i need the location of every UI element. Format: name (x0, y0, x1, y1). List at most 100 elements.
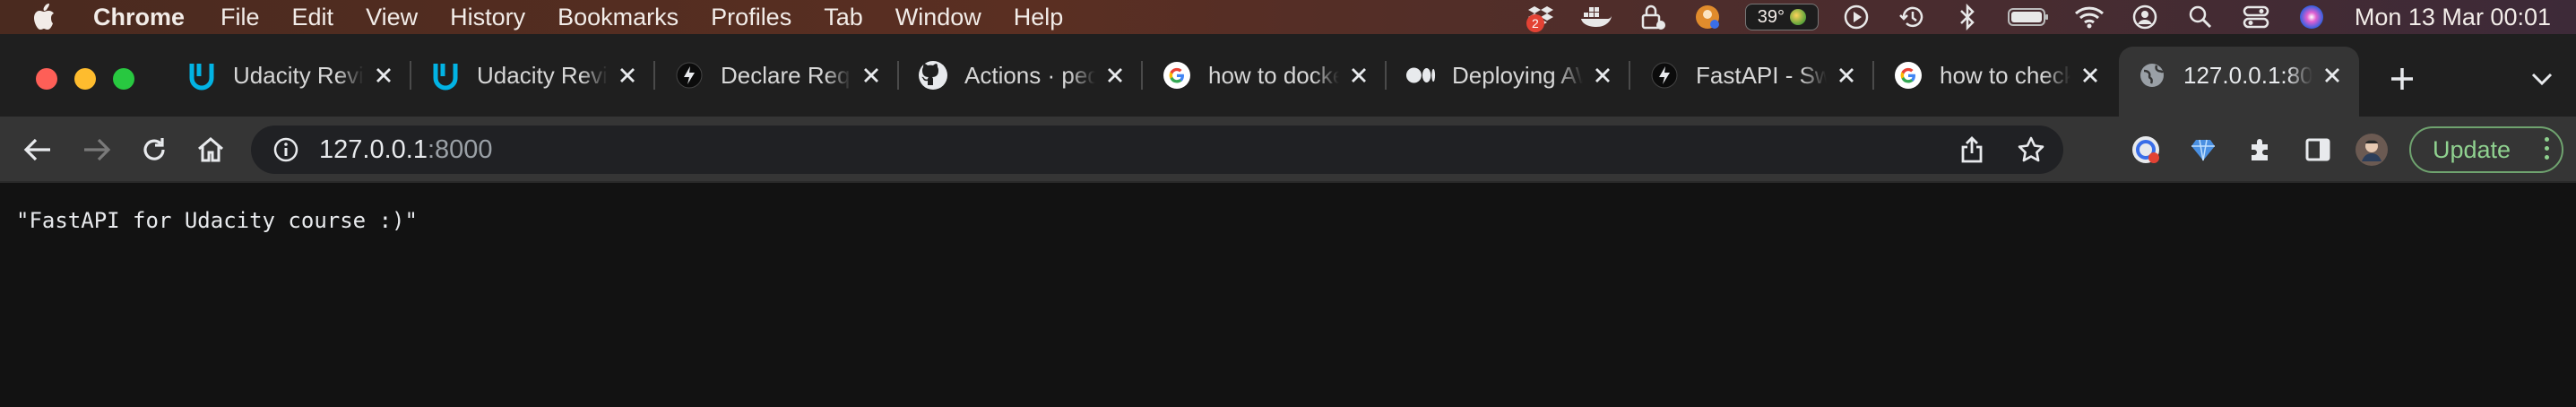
close-window-button[interactable] (36, 68, 57, 90)
tab-title: 127.0.0.1:8000 (2183, 61, 2312, 89)
browser-tab[interactable]: Declare Request (656, 48, 899, 102)
fastapi-icon (674, 60, 705, 91)
tab-title: how to docker (1208, 61, 1339, 89)
browser-tab[interactable]: Deploying AWS (1387, 48, 1630, 102)
tab-title: how to check (1940, 61, 2070, 89)
tab-title: Declare Request (721, 61, 851, 89)
play-circle-icon[interactable] (1838, 4, 1874, 30)
app-avatar-icon[interactable] (1690, 4, 1725, 30)
tab-title: Udacity Reviews (477, 61, 608, 89)
dropbox-icon[interactable]: 2 (1523, 4, 1559, 32)
tab-separator (1385, 61, 1387, 90)
address-bar-actions (1956, 134, 2047, 166)
user-account-icon[interactable] (2127, 4, 2163, 30)
browser-tab-strip: Udacity Reviews Udacity Reviews Declare … (0, 34, 2576, 117)
gem-extension-icon[interactable] (2185, 132, 2221, 168)
apple-icon[interactable] (30, 3, 66, 31)
tab-title: Deploying AWS (1452, 61, 1583, 89)
menu-app-name[interactable]: Chrome (93, 4, 185, 31)
dropbox-badge: 2 (1526, 14, 1544, 32)
share-icon[interactable] (1956, 134, 1988, 166)
tab-close-icon[interactable] (2076, 61, 2105, 90)
lock-alert-icon[interactable] (1634, 4, 1670, 30)
menu-help[interactable]: Help (1014, 4, 1064, 31)
tab-close-icon[interactable] (1344, 61, 1373, 90)
menu-view[interactable]: View (366, 4, 418, 31)
control-center-icon[interactable] (2238, 4, 2274, 30)
address-bar[interactable]: 127.0.0.1:8000 (251, 126, 2063, 174)
bookmark-star-icon[interactable] (2015, 134, 2047, 166)
macos-menu-bar: Chrome File Edit View History Bookmarks … (0, 0, 2576, 34)
tab-separator (897, 61, 899, 90)
reload-icon[interactable] (136, 132, 172, 168)
home-icon[interactable] (193, 132, 229, 168)
tab-title: Actions · pedro (964, 61, 1095, 89)
new-tab-plus-icon[interactable] (2384, 61, 2420, 97)
docker-icon[interactable] (1578, 4, 1614, 30)
tab-separator (1872, 61, 1874, 90)
grammarly-extension-icon[interactable] (2128, 132, 2164, 168)
battery-icon[interactable] (2005, 4, 2052, 30)
tab-close-icon[interactable] (1101, 61, 1129, 90)
menu-bookmarks[interactable]: Bookmarks (558, 4, 679, 31)
spotlight-search-icon[interactable] (2183, 4, 2218, 30)
google-icon (1893, 60, 1923, 91)
tab-separator (653, 61, 655, 90)
browser-tab[interactable]: how to check (1875, 48, 2117, 102)
browser-tab[interactable]: FastAPI - Swagger (1631, 48, 1874, 102)
tab-close-icon[interactable] (2318, 61, 2347, 90)
tab-separator (1141, 61, 1143, 90)
time-machine-icon[interactable] (1894, 4, 1930, 30)
tab-separator (1629, 61, 1630, 90)
tab-close-icon[interactable] (1588, 61, 1617, 90)
tab-title: Udacity Reviews (233, 61, 364, 89)
tab-title: FastAPI - Swagger (1696, 61, 1827, 89)
browser-tab[interactable]: Actions · pedro (900, 48, 1143, 102)
browser-tab[interactable]: how to docker (1144, 48, 1387, 102)
tab-close-icon[interactable] (1832, 61, 1861, 90)
menu-profiles[interactable]: Profiles (711, 4, 791, 31)
bluetooth-icon[interactable] (1949, 4, 1985, 30)
tab-separator (410, 61, 411, 90)
url-port: :8000 (427, 134, 493, 164)
tab-close-icon[interactable] (613, 61, 642, 90)
menu-file[interactable]: File (220, 4, 260, 31)
side-panel-icon[interactable] (2300, 132, 2336, 168)
menu-edit[interactable]: Edit (292, 4, 334, 31)
menu-history[interactable]: History (450, 4, 525, 31)
weather-temperature: 39° (1757, 6, 1785, 27)
browser-tab[interactable]: Udacity Reviews (412, 48, 655, 102)
tab-close-icon[interactable] (857, 61, 886, 90)
extensions-puzzle-icon[interactable] (2243, 132, 2278, 168)
url-host: 127.0.0.1 (319, 134, 428, 164)
weather-widget[interactable]: 39° (1744, 4, 1819, 30)
github-icon (918, 60, 948, 91)
tab-close-icon[interactable] (369, 61, 398, 90)
weather-globe-icon (1790, 9, 1806, 25)
menu-bar-status-area: 2 39° Mon 13 Mar 00:01 (1523, 0, 2576, 34)
fastapi-icon (1649, 60, 1680, 91)
back-arrow-icon[interactable] (20, 132, 56, 168)
globe-icon (2137, 60, 2167, 91)
fullscreen-window-button[interactable] (113, 68, 134, 90)
menu-tab[interactable]: Tab (824, 4, 863, 31)
json-response-text: "FastAPI for Udacity course :)" (16, 208, 418, 233)
udacity-icon (186, 60, 217, 91)
browser-tab-active[interactable]: 127.0.0.1:8000 (2119, 47, 2359, 117)
wifi-icon[interactable] (2071, 4, 2107, 30)
browser-tab[interactable]: Udacity Reviews (169, 48, 411, 102)
window-controls (36, 68, 134, 90)
update-button[interactable]: Update (2409, 126, 2563, 173)
menu-window[interactable]: Window (895, 4, 981, 31)
profile-avatar[interactable] (2354, 132, 2390, 168)
browser-toolbar: 127.0.0.1:8000 Update (0, 117, 2576, 183)
site-info-icon[interactable] (271, 134, 301, 165)
tab-search-chevron-down-icon[interactable] (2526, 63, 2558, 95)
page-content: "FastAPI for Udacity course :)" (0, 183, 2576, 407)
menu-bar-clock[interactable]: Mon 13 Mar 00:01 (2355, 4, 2551, 31)
forward-arrow-icon (79, 132, 115, 168)
udacity-icon (430, 60, 461, 91)
siri-icon[interactable] (2294, 4, 2330, 30)
chrome-menu-kebab-icon[interactable] (2545, 137, 2549, 160)
minimize-window-button[interactable] (74, 68, 96, 90)
